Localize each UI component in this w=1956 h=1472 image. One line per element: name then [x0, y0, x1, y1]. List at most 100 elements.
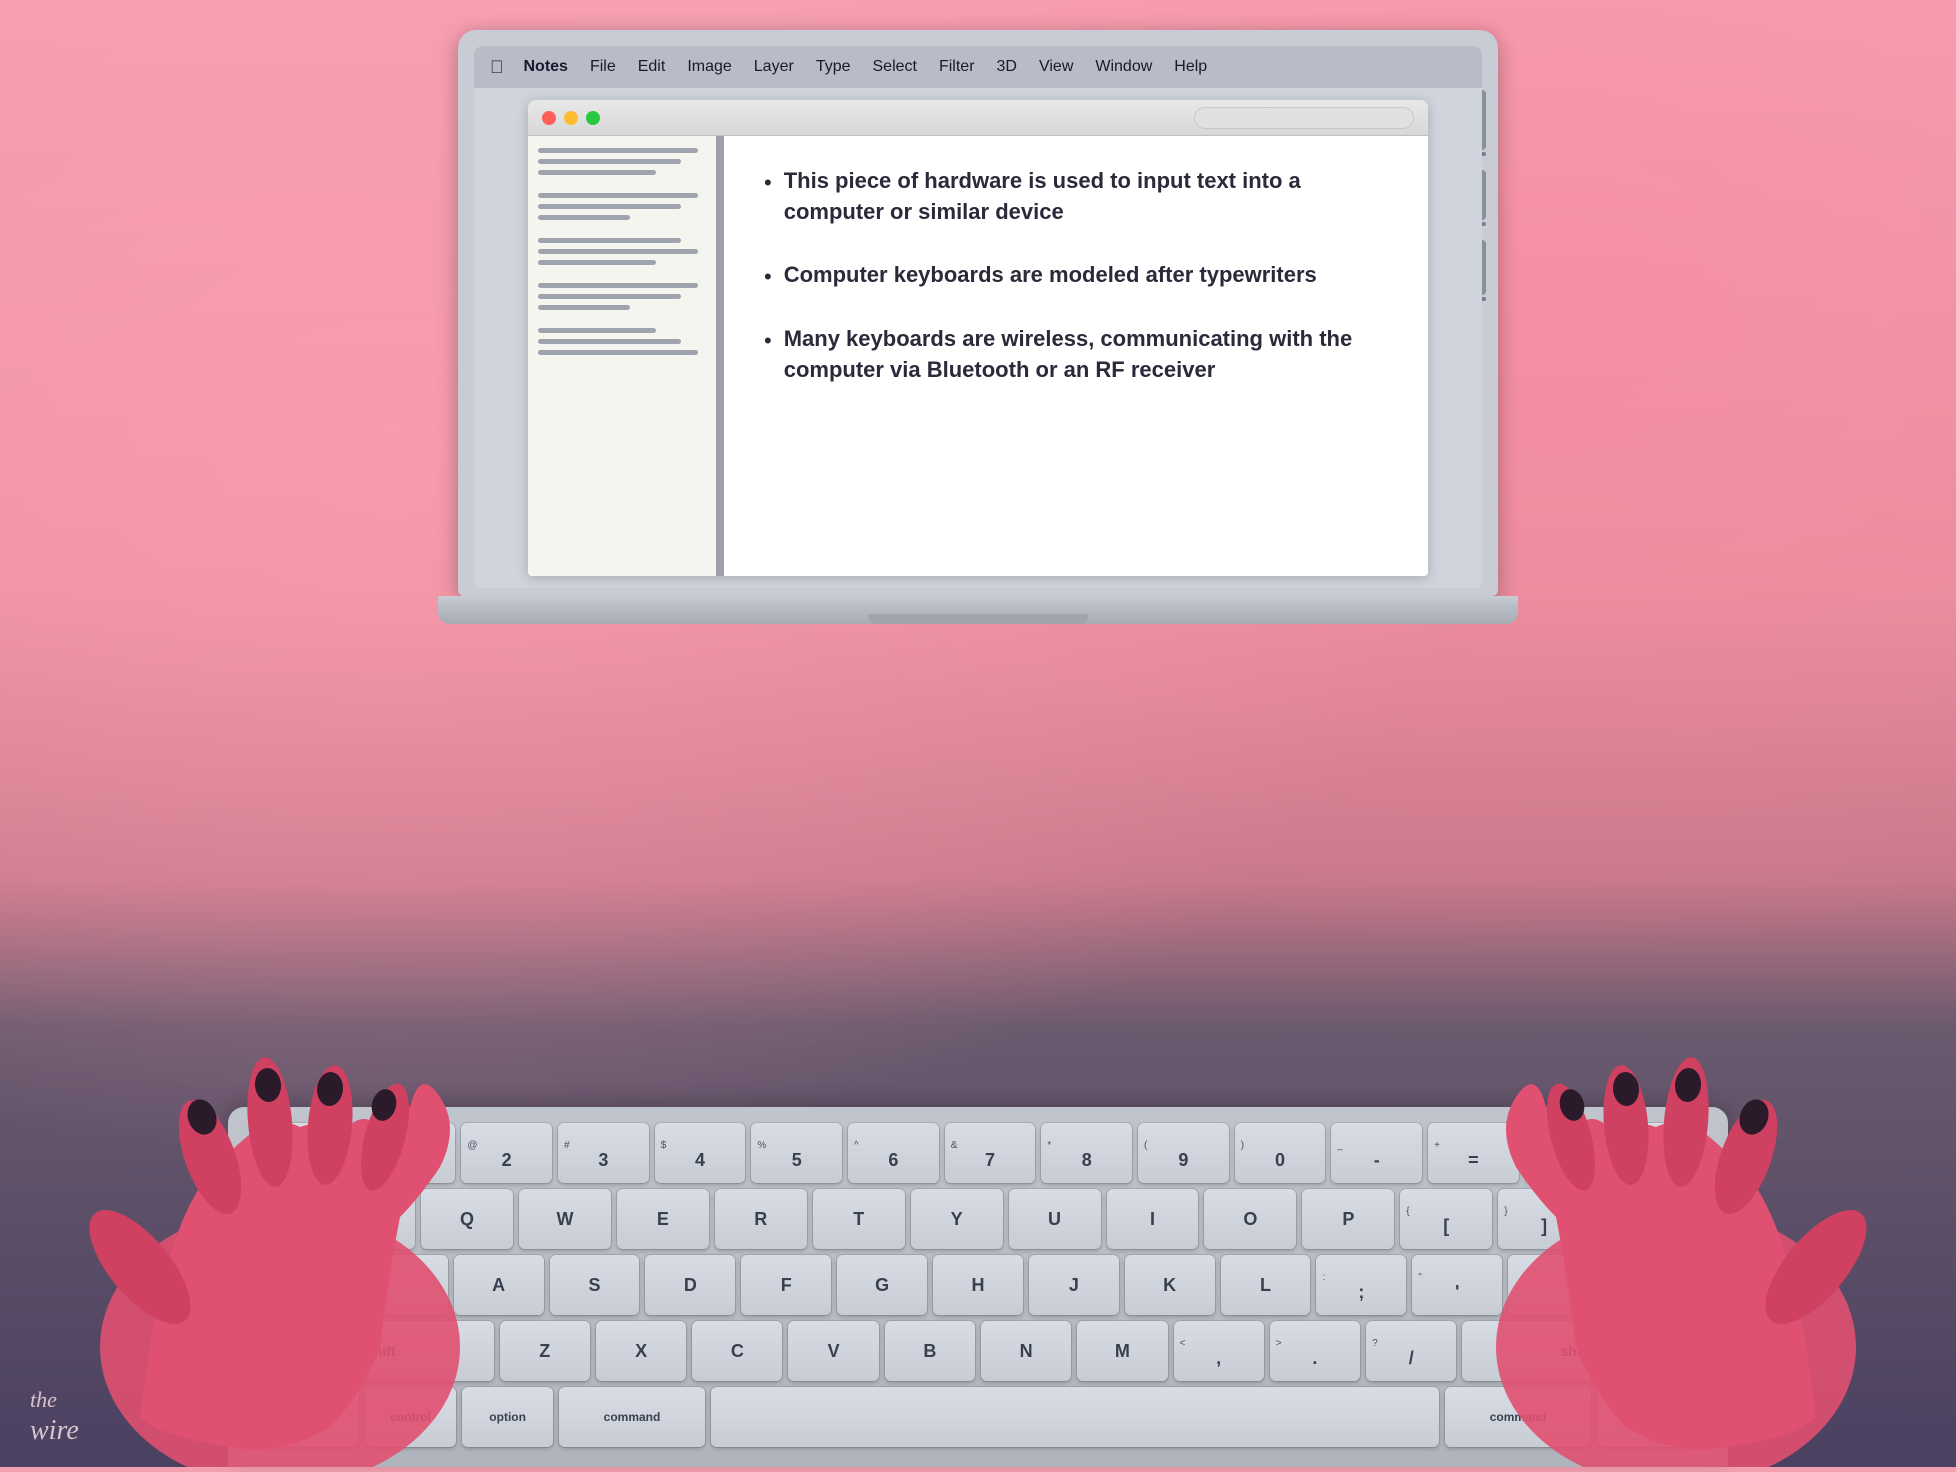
key-6[interactable]: ^6: [848, 1123, 939, 1183]
key-7[interactable]: &7: [945, 1123, 1036, 1183]
key-2[interactable]: @2: [461, 1123, 552, 1183]
key-command-left[interactable]: command: [559, 1387, 705, 1447]
key-w[interactable]: W: [519, 1189, 611, 1249]
note-line: [538, 238, 681, 243]
key-option-left[interactable]: option: [462, 1387, 553, 1447]
key-8[interactable]: *8: [1041, 1123, 1132, 1183]
key-semicolon[interactable]: :;: [1316, 1255, 1406, 1315]
key-enter[interactable]: enterreturn: [1508, 1255, 1688, 1315]
key-period[interactable]: >.: [1270, 1321, 1360, 1381]
notes-content-area[interactable]: • This piece of hardware is used to inpu…: [724, 136, 1428, 576]
window-close-button[interactable]: [542, 111, 556, 125]
notes-window: • This piece of hardware is used to inpu…: [528, 100, 1428, 576]
key-minus[interactable]: _-: [1331, 1123, 1422, 1183]
window-maximize-button[interactable]: [586, 111, 600, 125]
key-delete[interactable]: delete: [1525, 1123, 1688, 1183]
key-y[interactable]: Y: [911, 1189, 1003, 1249]
bullet-dot-3: •: [764, 326, 772, 357]
key-t[interactable]: T: [813, 1189, 905, 1249]
key-q[interactable]: Q: [421, 1189, 513, 1249]
menu-file[interactable]: File: [580, 54, 626, 80]
key-9[interactable]: (9: [1138, 1123, 1229, 1183]
key-capslock[interactable]: caps lock: [268, 1255, 448, 1315]
key-shift-left[interactable]: shift: [268, 1321, 494, 1381]
key-o[interactable]: O: [1204, 1189, 1296, 1249]
key-comma[interactable]: <,: [1174, 1321, 1264, 1381]
key-h[interactable]: H: [933, 1255, 1023, 1315]
key-command-right[interactable]: command: [1445, 1387, 1591, 1447]
menu-help[interactable]: Help: [1164, 54, 1217, 80]
key-space[interactable]: [711, 1387, 1439, 1447]
window-minimize-button[interactable]: [564, 111, 578, 125]
key-e[interactable]: E: [617, 1189, 709, 1249]
menu-3d[interactable]: 3D: [987, 54, 1027, 80]
keyboard-area: ~` !1 @2 #3 $4 %5 ^6 &7 *8 (9 )0 _- += d…: [228, 1107, 1728, 1467]
key-j[interactable]: J: [1029, 1255, 1119, 1315]
key-tab[interactable]: tab: [268, 1189, 415, 1249]
watermark-name: wire: [30, 1415, 79, 1446]
key-equal[interactable]: +=: [1428, 1123, 1519, 1183]
key-0[interactable]: )0: [1235, 1123, 1326, 1183]
note-line: [538, 283, 698, 288]
note-line: [538, 204, 681, 209]
menu-select[interactable]: Select: [863, 54, 927, 80]
key-s[interactable]: S: [550, 1255, 640, 1315]
note-line: [538, 294, 681, 299]
menu-window[interactable]: Window: [1085, 54, 1162, 80]
key-c[interactable]: C: [692, 1321, 782, 1381]
menu-notes[interactable]: Notes: [514, 54, 578, 80]
key-n[interactable]: N: [981, 1321, 1071, 1381]
laptop-screen-outer:  Notes File Edit Image Layer Type Selec…: [458, 30, 1498, 596]
key-l[interactable]: L: [1221, 1255, 1311, 1315]
key-v[interactable]: V: [788, 1321, 878, 1381]
key-u[interactable]: U: [1009, 1189, 1101, 1249]
keyboard-row-3: caps lock A S D F G H J K L :; "' enterr…: [268, 1255, 1688, 1315]
key-b[interactable]: B: [885, 1321, 975, 1381]
keyboard-row-2: tab Q W E R T Y U I O P {[ }] |\: [268, 1189, 1688, 1249]
key-rbracket[interactable]: }]: [1498, 1189, 1590, 1249]
key-control[interactable]: control: [365, 1387, 456, 1447]
note-line: [538, 193, 698, 198]
note-line: [538, 249, 698, 254]
note-line: [538, 350, 698, 355]
key-5[interactable]: %5: [751, 1123, 842, 1183]
menu-layer[interactable]: Layer: [744, 54, 804, 80]
key-3[interactable]: #3: [558, 1123, 649, 1183]
key-x[interactable]: X: [596, 1321, 686, 1381]
menu-view[interactable]: View: [1029, 54, 1083, 80]
key-i[interactable]: I: [1107, 1189, 1199, 1249]
key-1[interactable]: !1: [365, 1123, 456, 1183]
key-fn[interactable]: fn: [268, 1387, 359, 1447]
note-line: [538, 305, 630, 310]
menu-type[interactable]: Type: [806, 54, 861, 80]
key-m[interactable]: M: [1077, 1321, 1167, 1381]
menu-edit[interactable]: Edit: [628, 54, 676, 80]
key-d[interactable]: D: [645, 1255, 735, 1315]
key-a[interactable]: A: [454, 1255, 544, 1315]
bullet-text-1: This piece of hardware is used to input …: [784, 166, 1388, 228]
menu-bar:  Notes File Edit Image Layer Type Selec…: [474, 46, 1482, 88]
key-g[interactable]: G: [837, 1255, 927, 1315]
key-option-right[interactable]: option: [1597, 1387, 1688, 1447]
key-z[interactable]: Z: [500, 1321, 590, 1381]
key-f[interactable]: F: [741, 1255, 831, 1315]
key-shift-right[interactable]: shift: [1462, 1321, 1688, 1381]
key-r[interactable]: R: [715, 1189, 807, 1249]
menu-filter[interactable]: Filter: [929, 54, 985, 80]
key-slash[interactable]: ?/: [1366, 1321, 1456, 1381]
key-p[interactable]: P: [1302, 1189, 1394, 1249]
watermark: the wire: [30, 1383, 79, 1447]
window-buttons: [542, 111, 600, 125]
note-line: [538, 215, 630, 220]
menu-image[interactable]: Image: [677, 54, 741, 80]
key-backslash[interactable]: |\: [1596, 1189, 1688, 1249]
key-quote[interactable]: "': [1412, 1255, 1502, 1315]
key-4[interactable]: $4: [655, 1123, 746, 1183]
screen-bezel:  Notes File Edit Image Layer Type Selec…: [474, 46, 1482, 588]
keyboard-rows: ~` !1 @2 #3 $4 %5 ^6 &7 *8 (9 )0 _- += d…: [268, 1123, 1688, 1447]
window-search-bar[interactable]: [1194, 107, 1414, 129]
key-lbracket[interactable]: {[: [1400, 1189, 1492, 1249]
key-k[interactable]: K: [1125, 1255, 1215, 1315]
key-backtick[interactable]: ~`: [268, 1123, 359, 1183]
watermark-the: the: [30, 1387, 57, 1412]
